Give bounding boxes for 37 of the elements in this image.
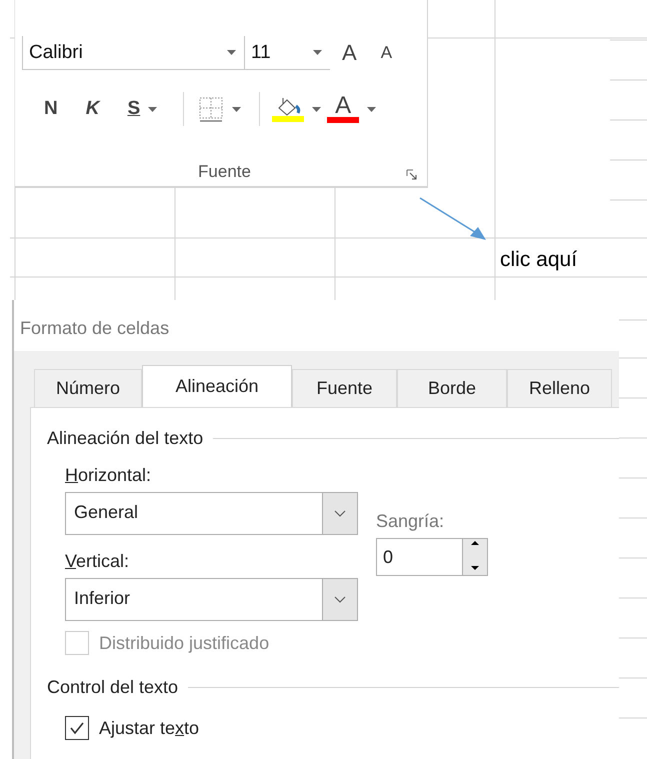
callout-text: clic aquí <box>500 248 578 272</box>
checkbox-label: Distribuido justificado <box>99 632 270 654</box>
vertical-dropdown[interactable]: Inferior <box>65 578 358 621</box>
tab[interactable]: Borde <box>397 369 507 407</box>
grow-font-button[interactable]: A <box>336 40 363 66</box>
font-size-field[interactable]: 11 <box>244 36 330 70</box>
indent-spinner[interactable]: 0 <box>376 538 488 576</box>
underline-button[interactable]: S <box>119 98 172 120</box>
font-name-field[interactable]: Calibri <box>22 36 244 70</box>
tab[interactable]: Relleno <box>507 369 612 407</box>
caret-icon <box>313 50 322 55</box>
borders-icon <box>198 96 224 122</box>
font-color-button[interactable]: A <box>327 95 382 123</box>
tab[interactable]: Número <box>34 369 142 407</box>
tab[interactable]: Fuente <box>292 369 397 407</box>
italic-button[interactable]: K <box>78 98 108 120</box>
horizontal-dropdown[interactable]: General <box>65 492 358 535</box>
bold-button[interactable]: N <box>36 98 66 120</box>
checkbox[interactable] <box>65 716 89 740</box>
caret-icon <box>312 106 322 112</box>
chevron-down-icon <box>334 596 346 603</box>
caret-icon <box>148 106 158 112</box>
tab[interactable]: Alineación <box>142 365 292 407</box>
caret-icon <box>227 50 236 55</box>
dialog-title: Formato de celdas <box>19 317 170 340</box>
field-label: Horizontal: <box>65 465 152 486</box>
checkbox-label: Ajustar texto <box>99 718 200 738</box>
dialog-launcher-icon[interactable] <box>406 169 417 180</box>
section-heading: Control del texto <box>47 677 178 698</box>
field-label: Vertical: <box>65 551 130 572</box>
caret-icon <box>367 106 376 112</box>
section-heading: Alineación del texto <box>47 428 204 449</box>
shrink-font-button[interactable]: A <box>374 43 398 63</box>
group-label: Fuente <box>198 162 251 182</box>
field-label: Sangría: <box>376 511 444 532</box>
caret-icon <box>232 106 242 112</box>
chevron-down-icon <box>334 510 346 517</box>
